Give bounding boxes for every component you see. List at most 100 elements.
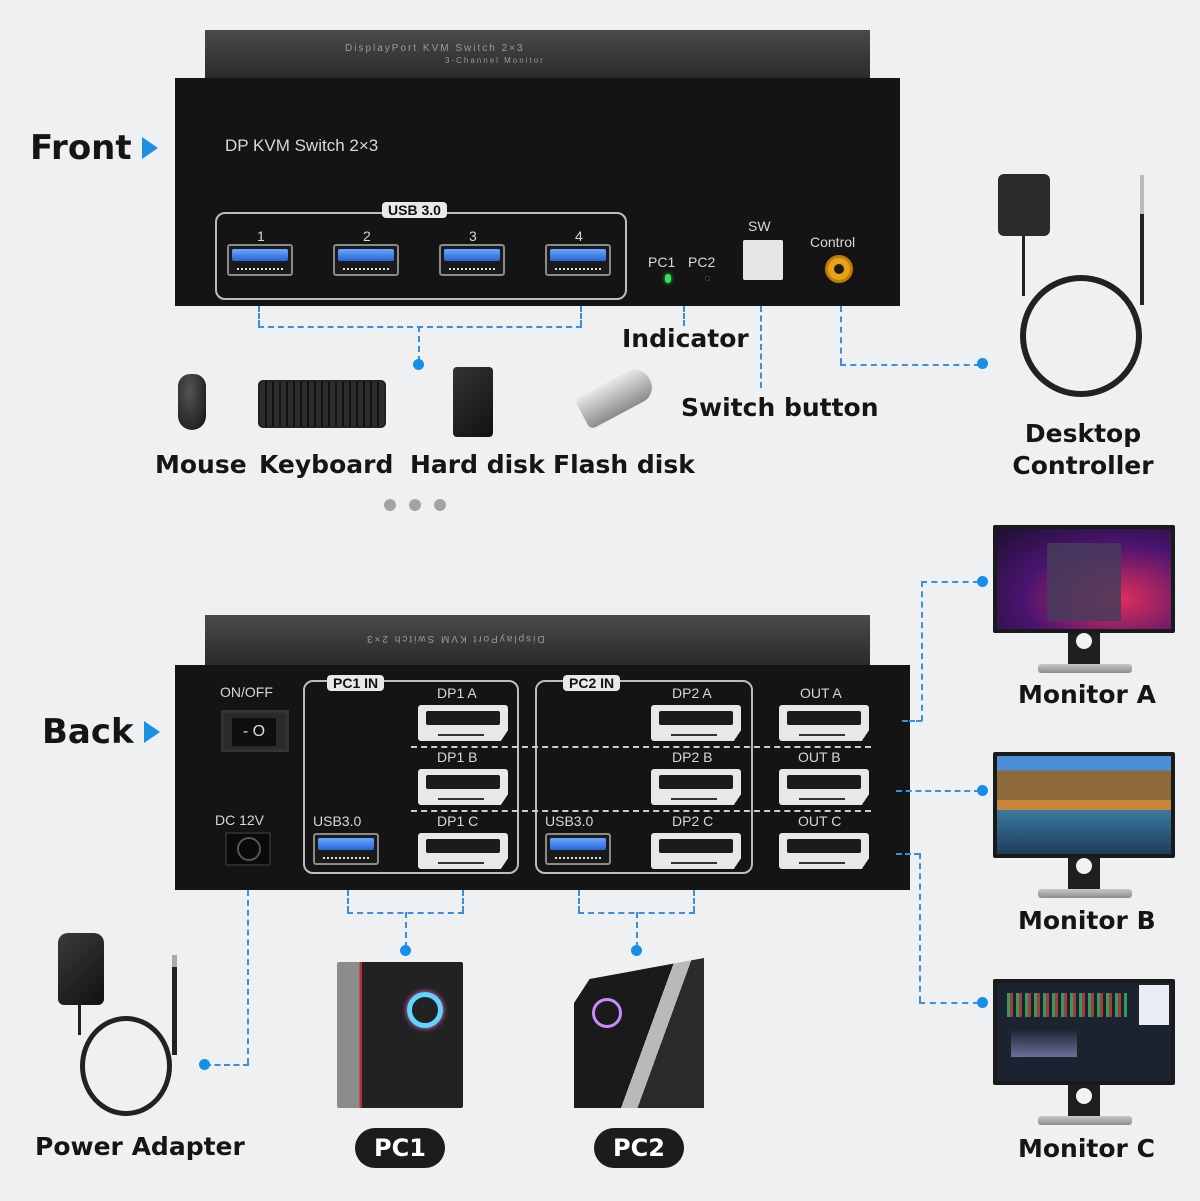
switch-button-callout: Switch button	[681, 393, 879, 422]
usb-port-number: 3	[469, 228, 477, 244]
usb-port-4[interactable]	[545, 244, 611, 276]
power-adapter-label: Power Adapter	[35, 1132, 245, 1161]
connector-line	[347, 890, 349, 912]
dc-jack-icon	[237, 837, 261, 861]
adapter-cable	[78, 1005, 81, 1035]
power-switch-label: ON/OFF	[220, 684, 273, 700]
usb-port-1[interactable]	[227, 244, 293, 276]
mouse-icon	[178, 374, 206, 430]
connector-line	[840, 306, 842, 364]
pc1-group-label: PC1 IN	[327, 675, 385, 691]
connector-line	[683, 306, 685, 326]
out-a-port[interactable]	[779, 705, 869, 741]
port-label: OUT A	[800, 685, 842, 701]
more-dot-icon	[384, 499, 396, 511]
area-chart	[1011, 1029, 1077, 1057]
monitor-a-icon	[993, 525, 1175, 633]
pc2-label: PC2	[594, 1128, 684, 1168]
monitor-c-label: Monitor C	[1018, 1134, 1155, 1163]
monitor-stand-hole	[1076, 633, 1092, 649]
port-label: OUT B	[798, 749, 841, 765]
top-etching-title: DisplayPort KVM Switch 2×3	[345, 43, 525, 54]
back-device: DisplayPort KVM Switch 2×3 ON/OFF - O DC…	[175, 615, 910, 890]
monitor-base	[1038, 1116, 1132, 1125]
row-divider	[411, 810, 871, 812]
connector-line	[580, 306, 582, 326]
control-label: Control	[810, 234, 856, 250]
connector-dot-icon	[199, 1059, 210, 1070]
connector-dot-icon	[631, 945, 642, 956]
connector-line	[418, 326, 420, 362]
front-device: DisplayPort KVM Switch 2×3 3-Channel Mon…	[175, 30, 900, 306]
peripheral-label-keyboard: Keyboard	[259, 450, 394, 479]
dc-jack[interactable]	[225, 832, 271, 866]
connector-dot-icon	[977, 358, 988, 369]
rgb-ring-icon	[592, 998, 622, 1028]
power-switch-glyph: - O	[232, 718, 276, 746]
trading-chart	[1007, 993, 1127, 1017]
dp1-b-port[interactable]	[418, 769, 508, 805]
switch-button[interactable]	[743, 240, 783, 280]
monitor-c-icon	[993, 979, 1175, 1085]
power-switch[interactable]: - O	[221, 710, 289, 752]
pc2-usb-port[interactable]	[545, 833, 611, 865]
front-section-label: Front	[30, 128, 158, 168]
peripheral-label-flash-disk: Flash disk	[553, 450, 695, 479]
connector-dot-icon	[977, 576, 988, 587]
out-c-port[interactable]	[779, 833, 869, 869]
row-divider	[411, 746, 871, 748]
play-arrow-icon	[141, 137, 158, 159]
connector-line	[462, 890, 464, 912]
top-etching-subtitle: 3-Channel Monitor	[445, 56, 545, 65]
switch-label: SW	[748, 218, 771, 234]
indicator-callout: Indicator	[622, 324, 749, 353]
pc1-usb-port[interactable]	[313, 833, 379, 865]
power-adapter-plug-icon	[58, 933, 104, 1005]
out-b-port[interactable]	[779, 769, 869, 805]
dp2-a-port[interactable]	[651, 705, 741, 741]
pc2-tower-icon	[574, 958, 704, 1108]
usb-group-label: USB 3.0	[382, 202, 447, 218]
usb-port-number: 4	[575, 228, 583, 244]
usb-port-3[interactable]	[439, 244, 505, 276]
dc-plug-icon	[172, 955, 177, 1055]
flash-disk-icon	[574, 364, 658, 430]
cable-coil-icon	[1020, 275, 1142, 397]
audio-plug-icon	[1140, 175, 1144, 305]
back-section-label: Back	[42, 712, 160, 752]
usb-port-2[interactable]	[333, 244, 399, 276]
pc1-usb-label: USB3.0	[313, 813, 362, 829]
port-label: OUT C	[798, 813, 842, 829]
jack-hole-icon	[834, 264, 844, 274]
dp2-b-port[interactable]	[651, 769, 741, 805]
port-label: DP2 A	[672, 685, 712, 701]
connector-line	[896, 790, 980, 792]
indicator-label-pc2: PC2	[688, 254, 716, 270]
dp1-c-port[interactable]	[418, 833, 508, 869]
led-pc2-icon	[705, 276, 710, 281]
hard-disk-icon	[453, 367, 493, 437]
led-pc1-icon	[665, 274, 671, 283]
pc2-usb-label: USB3.0	[545, 813, 594, 829]
connector-dot-icon	[413, 359, 424, 370]
usb-port-number: 1	[257, 228, 265, 244]
dp1-a-port[interactable]	[418, 705, 508, 741]
more-dot-icon	[409, 499, 421, 511]
connector-line	[405, 912, 407, 948]
control-port[interactable]	[825, 255, 853, 283]
port-label: DP2 B	[672, 749, 713, 765]
connector-line	[760, 306, 762, 388]
connector-dot-icon	[977, 785, 988, 796]
dp2-c-port[interactable]	[651, 833, 741, 869]
connector-line	[258, 306, 260, 326]
monitor-base	[1038, 664, 1132, 673]
connector-line	[921, 581, 923, 721]
connector-line	[247, 890, 249, 1064]
connector-line	[902, 720, 922, 722]
connector-line	[919, 1002, 979, 1004]
start-menu-window	[1047, 543, 1121, 621]
trading-table	[1139, 985, 1169, 1025]
back-label-text: Back	[42, 712, 134, 752]
desktop-controller-label: Desktop Controller	[1012, 419, 1154, 480]
back-panel: ON/OFF - O DC 12V PC1 IN DP1 A DP1 B DP1…	[175, 665, 910, 890]
